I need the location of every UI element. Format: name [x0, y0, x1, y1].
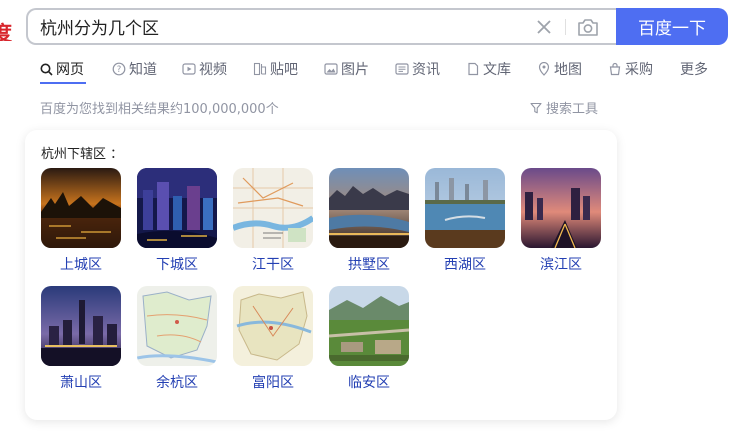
district-thumbnail [425, 168, 505, 248]
card-title: 杭州下辖区 ： [41, 147, 124, 162]
tab-map[interactable]: 地图 [537, 56, 582, 82]
district-thumbnail [41, 286, 121, 366]
search-box [26, 8, 626, 45]
district-item[interactable]: 拱墅区 [329, 168, 409, 274]
district-name: 西湖区 [444, 257, 486, 273]
district-thumbnail [329, 168, 409, 248]
shopping-bag-icon [609, 62, 621, 76]
district-thumbnail [233, 286, 313, 366]
district-name: 富阳区 [252, 375, 294, 391]
district-name: 临安区 [348, 375, 390, 391]
search-input[interactable] [40, 10, 510, 43]
tab-images[interactable]: 图片 [324, 56, 369, 82]
district-thumbnail [137, 168, 217, 248]
district-name: 江干区 [252, 257, 294, 273]
district-card: 杭州下辖区 ： 上城区 下城区 江干区 拱墅区 西湖区 滨江区 萧山区 余杭区 … [25, 130, 617, 420]
district-name: 下城区 [156, 257, 198, 273]
camera-icon[interactable] [576, 16, 600, 38]
district-item[interactable]: 临安区 [329, 286, 409, 392]
district-item[interactable]: 余杭区 [137, 286, 217, 392]
district-thumbnail [41, 168, 121, 248]
tieba-icon [253, 62, 267, 76]
clear-icon[interactable] [534, 17, 554, 37]
district-item[interactable]: 上城区 [41, 168, 121, 274]
search-divider [565, 19, 566, 35]
logo-fragment[interactable]: 度 [0, 17, 14, 41]
search-tools-button[interactable]: 搜索工具 [530, 98, 598, 117]
tab-label: 网页 [56, 62, 84, 78]
district-thumbnail [137, 286, 217, 366]
tab-tieba[interactable]: 贴吧 [253, 56, 298, 82]
district-item[interactable]: 富阳区 [233, 286, 313, 392]
district-item[interactable]: 江干区 [233, 168, 313, 274]
tab-wenku[interactable]: 文库 [466, 56, 511, 82]
tab-news[interactable]: 资讯 [395, 56, 440, 82]
district-name: 拱墅区 [348, 257, 390, 273]
tab-label: 视频 [199, 62, 227, 78]
search-tools-label: 搜索工具 [546, 102, 599, 117]
svg-text:?: ? [117, 65, 122, 75]
district-name: 上城区 [60, 257, 102, 273]
result-count: 百度为您找到相关结果约100,000,000个 [40, 102, 279, 117]
question-icon: ? [112, 62, 126, 76]
tab-label: 采购 [625, 62, 653, 78]
tab-more[interactable]: 更多 [680, 56, 708, 82]
filter-icon [530, 102, 542, 113]
district-item[interactable]: 西湖区 [425, 168, 505, 274]
search-icon [40, 63, 53, 76]
map-pin-icon [538, 62, 550, 76]
district-name: 萧山区 [60, 375, 102, 391]
tab-label: 知道 [129, 62, 157, 78]
tab-label: 地图 [554, 62, 582, 78]
district-name: 滨江区 [540, 257, 582, 273]
tab-web[interactable]: 网页 [40, 56, 84, 82]
district-item[interactable]: 下城区 [137, 168, 217, 274]
tab-caigou[interactable]: 采购 [608, 56, 653, 82]
tab-label: 更多 [680, 62, 708, 78]
search-button[interactable]: 百度一下 [616, 8, 728, 45]
image-icon [324, 63, 338, 75]
tab-label: 贴吧 [270, 62, 298, 78]
district-thumbnail [233, 168, 313, 248]
video-icon [182, 63, 196, 75]
tab-zhidao[interactable]: ? 知道 [112, 56, 157, 82]
district-item[interactable]: 萧山区 [41, 286, 121, 392]
district-thumbnail [329, 286, 409, 366]
tab-label: 图片 [341, 62, 369, 78]
active-tab-indicator [40, 82, 86, 84]
district-item[interactable]: 滨江区 [521, 168, 601, 274]
district-name: 余杭区 [156, 375, 198, 391]
news-icon [395, 63, 409, 75]
district-thumbnail [521, 168, 601, 248]
tab-label: 文库 [483, 62, 511, 78]
tab-video[interactable]: 视频 [182, 56, 227, 82]
tab-label: 资讯 [412, 62, 440, 78]
document-icon [468, 62, 479, 76]
